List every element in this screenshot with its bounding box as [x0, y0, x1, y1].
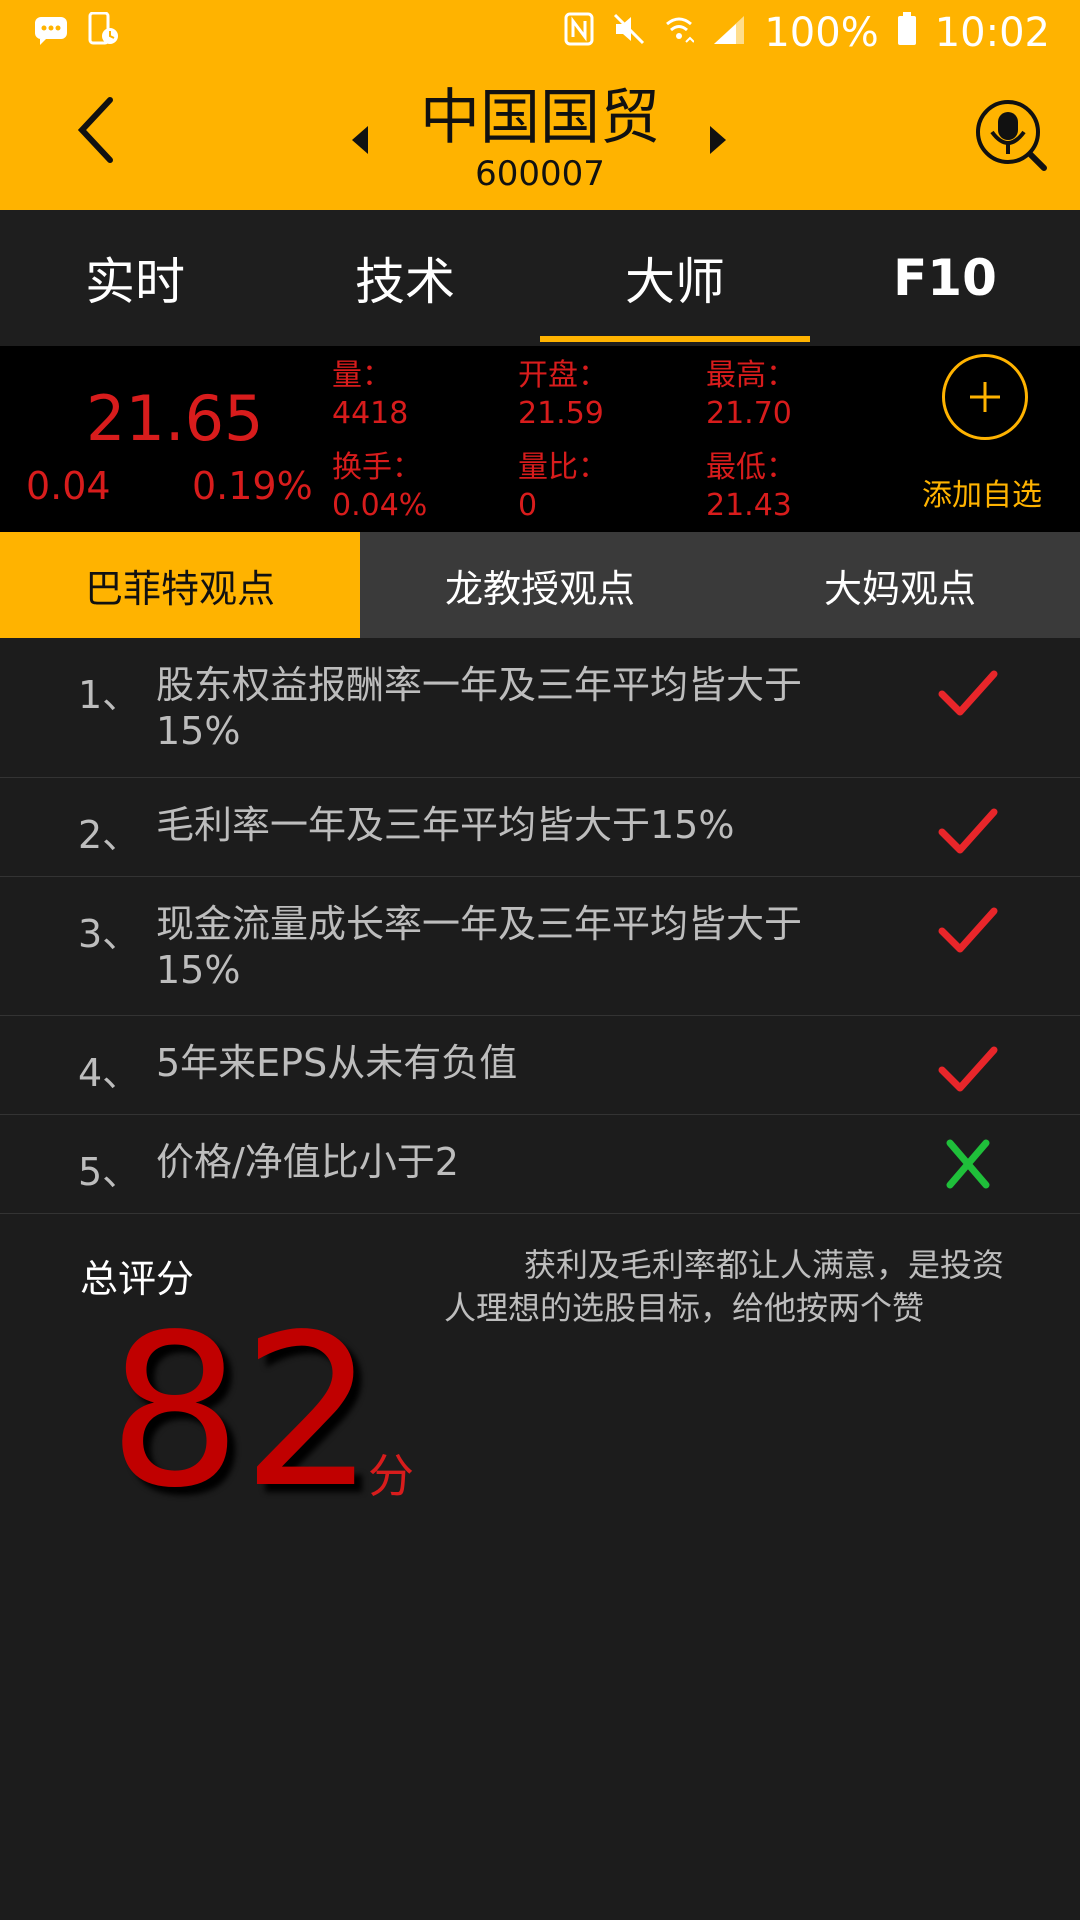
score-comment: 获利及毛利率都让人满意，是投资人理想的选股目标，给他按两个赞	[444, 1246, 1005, 1327]
high-value: 21.70	[706, 396, 792, 431]
mute-icon	[612, 10, 646, 56]
list-item: 1、 股东权益报酬率一年及三年平均皆大于15%	[0, 638, 1080, 778]
nfc-icon	[564, 10, 594, 56]
clock: 10:02	[934, 10, 1050, 56]
criteria-list: 1、 股东权益报酬率一年及三年平均皆大于15% 2、 毛利率一年及三年平均皆大于…	[0, 638, 1080, 1214]
volume-value: 4418	[332, 396, 409, 431]
vol-ratio-label: 量比：	[518, 450, 608, 485]
next-arrow-icon[interactable]	[706, 122, 730, 158]
criterion-number: 1、	[78, 673, 141, 717]
cross-icon	[938, 1139, 998, 1189]
open-value: 21.59	[518, 396, 604, 431]
score-unit: 分	[368, 1449, 414, 1503]
battery-text: 100%	[764, 10, 879, 56]
criterion-text: 现金流量成长率一年及三年平均皆大于15%	[156, 902, 803, 992]
open-label: 开盘：	[518, 358, 608, 393]
checkmark-icon	[938, 1044, 998, 1094]
score-value: 82	[108, 1289, 376, 1534]
vol-ratio-value: 0	[518, 488, 538, 523]
list-item: 4、 5年来EPS从未有负值	[0, 1016, 1080, 1115]
list-item: 2、 毛利率一年及三年平均皆大于15%	[0, 778, 1080, 877]
price-change-pct: 0.19%	[192, 464, 313, 508]
checkmark-icon	[938, 905, 998, 955]
battery-icon	[897, 10, 917, 56]
low-label: 最低：	[706, 450, 796, 485]
subtab-buffett[interactable]: 巴菲特观点	[0, 532, 360, 638]
list-item: 5、 价格/净值比小于2	[0, 1115, 1080, 1214]
list-item: 3、 现金流量成长率一年及三年平均皆大于15%	[0, 877, 1080, 1016]
high-label: 最高：	[706, 358, 796, 393]
app-header: 中国国贸 600007	[0, 66, 1080, 210]
viewpoint-tabs: 巴菲特观点 龙教授观点 大妈观点	[0, 532, 1080, 638]
criterion-number: 2、	[78, 813, 141, 857]
wifi-icon	[664, 10, 696, 56]
criterion-text: 价格/净值比小于2	[156, 1140, 459, 1184]
criterion-number: 4、	[78, 1051, 141, 1095]
stock-name: 中国国贸	[420, 83, 660, 153]
subtab-dama[interactable]: 大妈观点	[720, 532, 1080, 638]
price-change: 0.04	[26, 464, 111, 508]
turnover-value: 0.04%	[332, 488, 428, 523]
stock-code: 600007	[475, 154, 605, 194]
tab-master[interactable]: 大师	[540, 210, 810, 346]
status-bar: 100% 10:02	[0, 0, 1080, 66]
add-watchlist-button[interactable]	[942, 354, 1028, 440]
message-icon	[34, 10, 70, 56]
criterion-text: 毛利率一年及三年平均皆大于15%	[156, 803, 735, 847]
add-watchlist-label[interactable]: 添加自选	[922, 470, 1042, 514]
checkmark-icon	[938, 668, 998, 718]
low-value: 21.43	[706, 488, 792, 523]
criterion-text: 股东权益报酬率一年及三年平均皆大于15%	[156, 663, 803, 753]
quote-panel: 21.65 0.04 0.19% 量： 4418 换手： 0.04% 开盘： 2…	[0, 346, 1080, 532]
signal-icon	[712, 10, 746, 56]
criterion-number: 5、	[78, 1150, 141, 1194]
current-price: 21.65	[86, 382, 264, 455]
tab-f10[interactable]: F10	[810, 210, 1080, 346]
turnover-label: 换手：	[332, 450, 422, 485]
subtab-professor-long[interactable]: 龙教授观点	[360, 532, 720, 638]
criterion-number: 3、	[78, 912, 141, 956]
tab-technical[interactable]: 技术	[270, 210, 540, 346]
phone-alarm-icon	[88, 10, 120, 56]
criterion-text: 5年来EPS从未有负值	[156, 1041, 518, 1085]
volume-label: 量：	[332, 358, 392, 393]
checkmark-icon	[938, 806, 998, 856]
tab-realtime[interactable]: 实时	[0, 210, 270, 346]
voice-search-icon[interactable]	[974, 98, 1050, 174]
main-tabs: 实时 技术 大师 F10	[0, 210, 1080, 346]
